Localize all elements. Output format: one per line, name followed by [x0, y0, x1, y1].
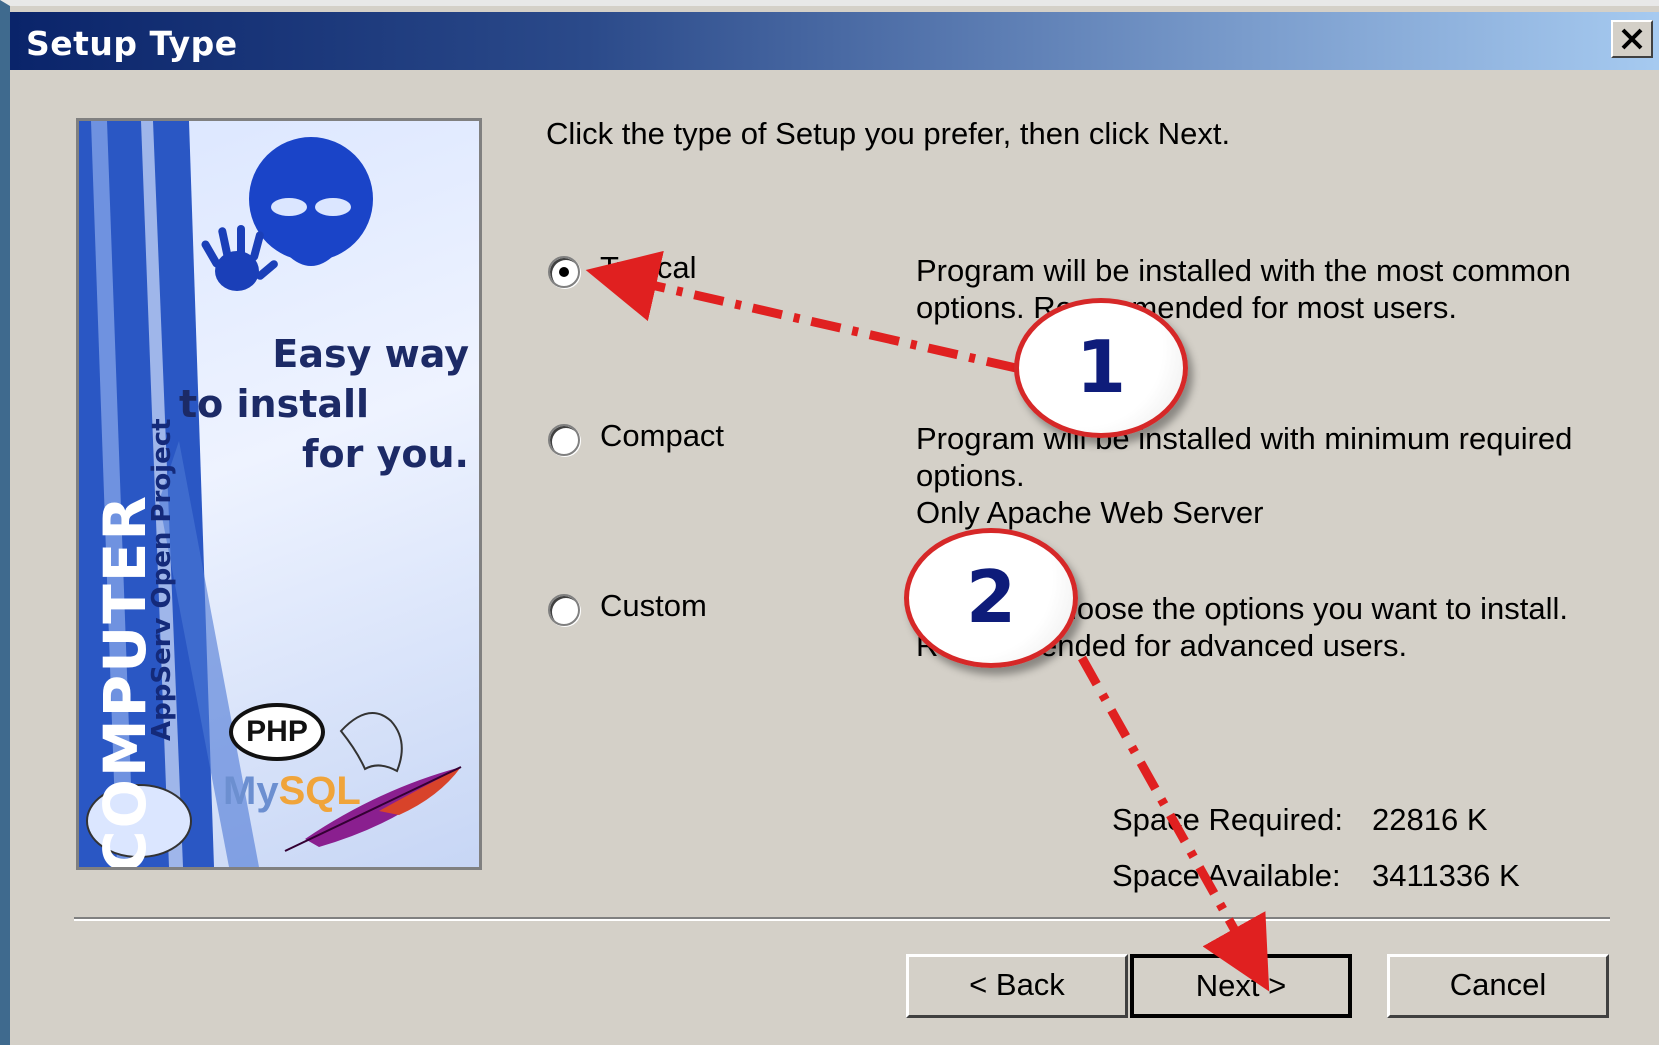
cancel-button[interactable]: Cancel	[1387, 954, 1609, 1018]
step-badge-1: 1	[1014, 298, 1188, 438]
banner-slogan: Easy way to install for you.	[179, 329, 469, 479]
back-button[interactable]: < Back	[906, 954, 1128, 1018]
space-required-label: Space Required:	[1112, 802, 1343, 837]
option-compact-description: Program will be installed with minimum r…	[916, 420, 1572, 531]
next-button[interactable]: Next >	[1130, 954, 1352, 1018]
slogan-line-1: Easy way	[272, 332, 469, 376]
title-bar: Setup Type	[10, 12, 1659, 70]
option-compact-label[interactable]: Compact	[600, 418, 724, 454]
button-separator	[74, 917, 1610, 921]
mysql-logo-my: My	[223, 769, 279, 813]
banner-project-line: AppServ Open Project	[147, 418, 177, 741]
alien-icon	[249, 137, 373, 266]
description-line: options.	[916, 458, 1025, 493]
slogan-line-3: for you.	[302, 432, 469, 476]
mysql-logo-sql: SQL	[278, 769, 361, 813]
dolphin-icon	[339, 712, 403, 773]
window-title: Setup Type	[26, 24, 238, 63]
close-button[interactable]	[1611, 20, 1653, 58]
appserv-banner: COMPUTER AppServ Open Project Easy way t…	[76, 118, 482, 870]
mysql-logo: MySQL	[223, 769, 361, 814]
slogan-line-2: to install	[179, 382, 370, 426]
step-badge-2: 2	[904, 528, 1078, 668]
radio-typical[interactable]	[548, 256, 580, 288]
instruction-text: Click the type of Setup you prefer, then…	[546, 116, 1231, 151]
description-line: Program will be installed with minimum r…	[916, 421, 1573, 456]
option-custom-label[interactable]: Custom	[600, 588, 707, 624]
space-required-value: 22816 K	[1372, 802, 1488, 837]
close-icon	[1621, 28, 1643, 50]
radio-custom[interactable]	[548, 594, 580, 626]
description-line: Only Apache Web Server	[916, 495, 1264, 530]
space-available-value: 3411336 K	[1372, 858, 1520, 893]
option-typical-label[interactable]: Typical	[600, 250, 696, 286]
option-typical-description: Program will be installed with the most …	[916, 252, 1571, 326]
radio-compact[interactable]	[548, 424, 580, 456]
space-available-label: Space Available:	[1112, 858, 1341, 893]
php-logo: PHP	[229, 703, 325, 761]
radio-selected-dot	[559, 267, 569, 277]
description-line: Program will be installed with the most …	[916, 253, 1571, 288]
description-line: options. Recommended for most users.	[916, 290, 1458, 325]
